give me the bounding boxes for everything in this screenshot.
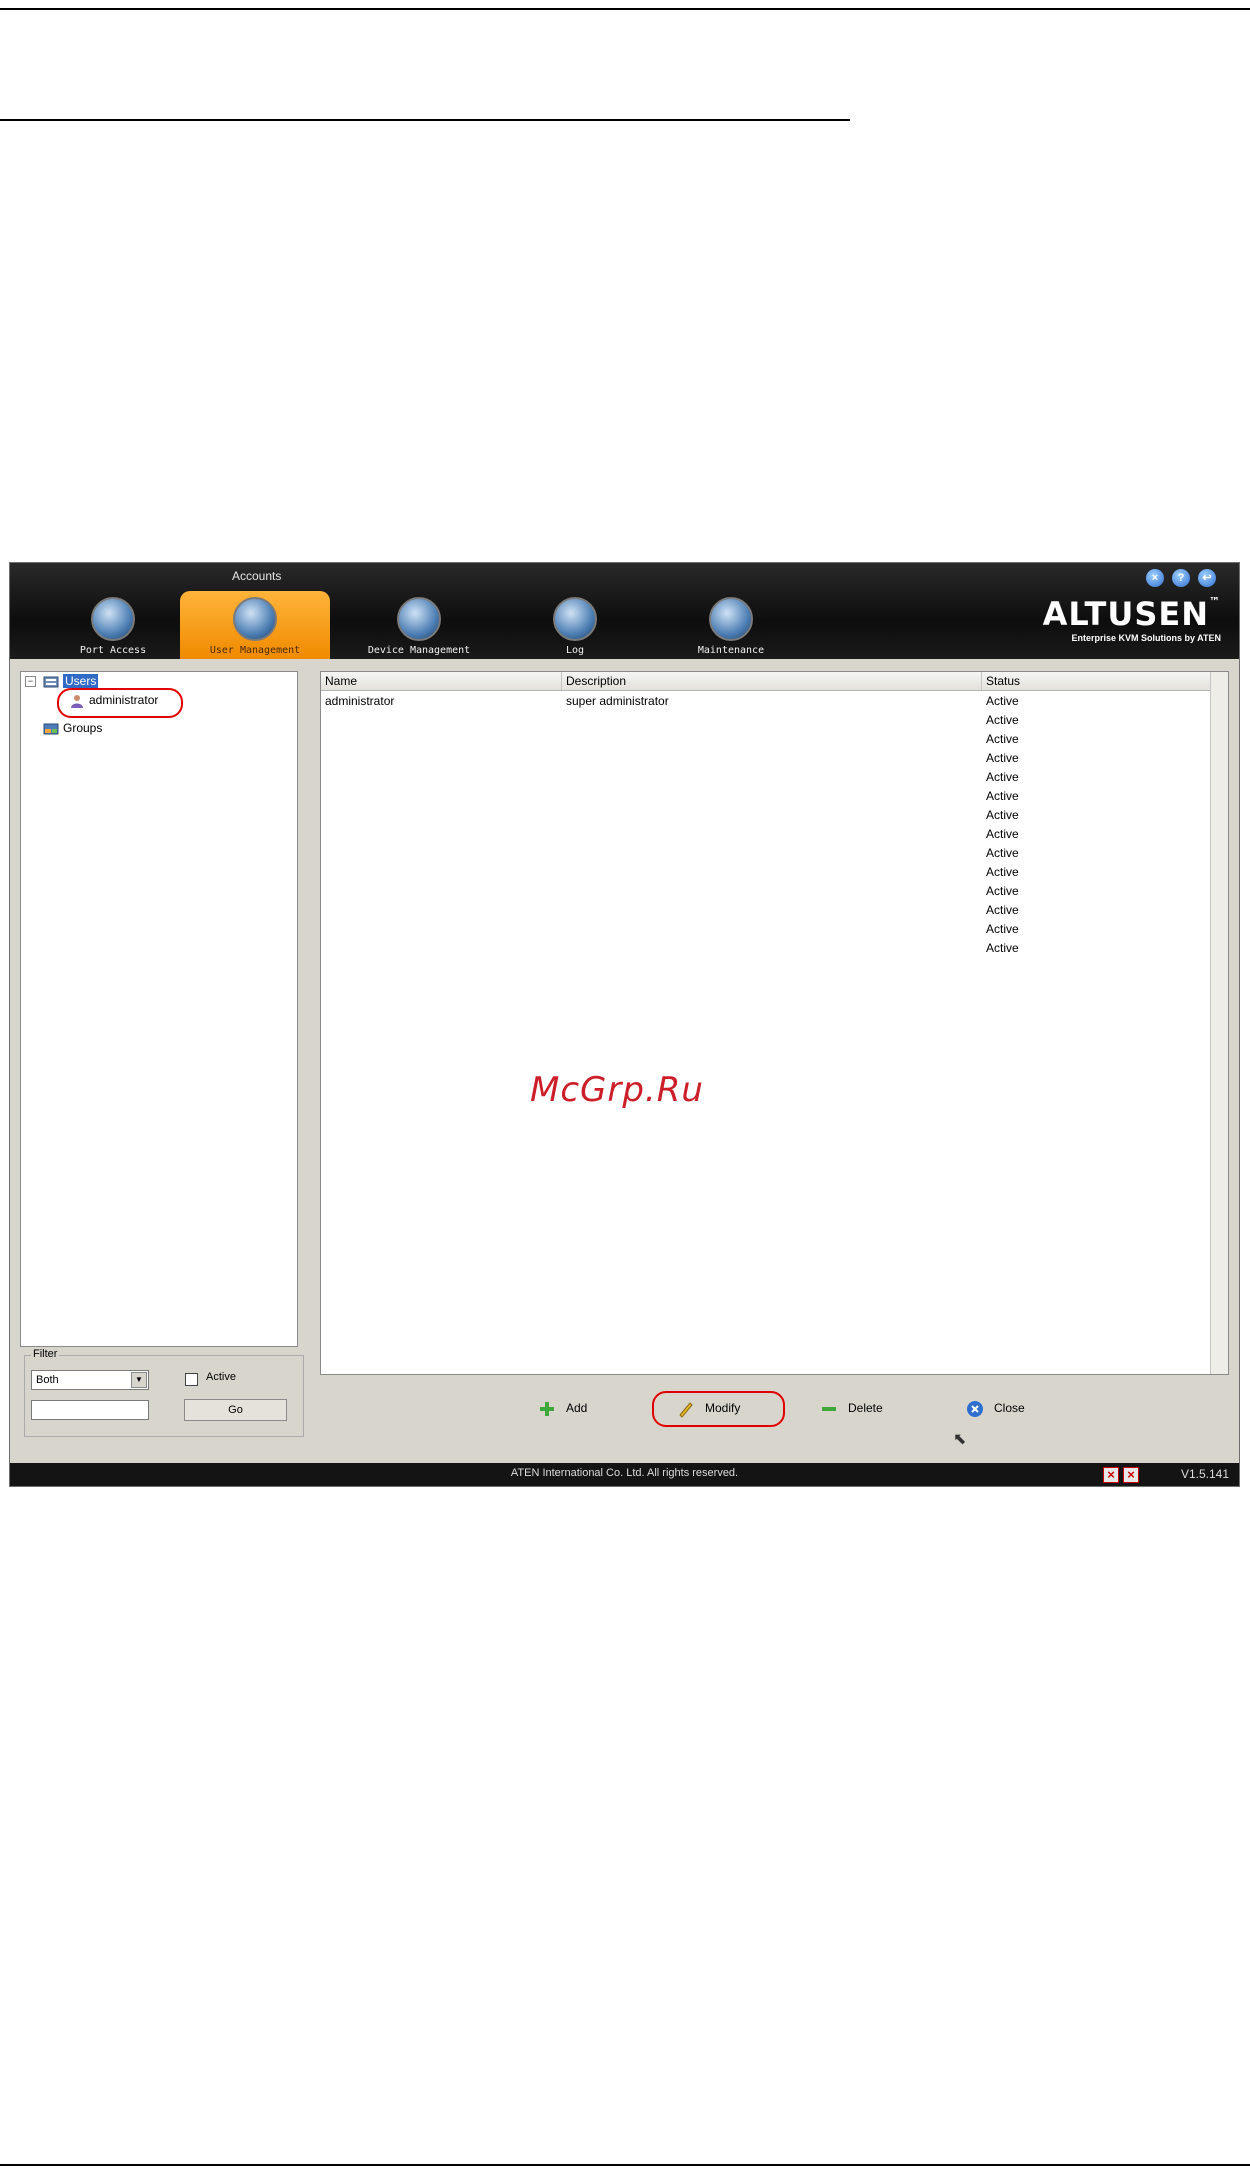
table-row[interactable]: Active: [321, 711, 1211, 730]
tree-label-groups: Groups: [63, 721, 103, 735]
users-folder-icon: [43, 676, 59, 688]
cell-status: Active: [986, 751, 1019, 765]
go-button[interactable]: Go: [184, 1399, 287, 1421]
table-row[interactable]: Active: [321, 749, 1211, 768]
device-management-icon: [397, 597, 441, 641]
port-access-icon: [91, 597, 135, 641]
collapse-icon[interactable]: −: [25, 676, 36, 687]
cell-status: Active: [986, 846, 1019, 860]
cell-status: Active: [986, 941, 1019, 955]
logout-icon[interactable]: ↩: [1198, 569, 1216, 587]
cell-status: Active: [986, 713, 1019, 727]
help-icon[interactable]: ?: [1172, 569, 1190, 587]
list-header: Name Description Status: [321, 672, 1211, 691]
cell-status: Active: [986, 884, 1019, 898]
log-icon: [553, 597, 597, 641]
table-row[interactable]: Active: [321, 920, 1211, 939]
tab-label: User Management: [209, 645, 301, 656]
minus-icon: [822, 1406, 836, 1411]
filter-select[interactable]: Both ▼: [31, 1370, 149, 1390]
tree-node-groups[interactable]: Groups: [43, 719, 102, 737]
tab-log[interactable]: Log: [500, 591, 650, 659]
table-row[interactable]: Active: [321, 787, 1211, 806]
mouse-cursor-icon: ⬉: [953, 1431, 967, 1448]
tab-port-access[interactable]: Port Access: [38, 591, 188, 659]
cell-status: Active: [986, 808, 1019, 822]
table-row[interactable]: Active: [321, 901, 1211, 920]
add-label: Add: [566, 1401, 588, 1415]
bottom-rule: [0, 2164, 1250, 2166]
tab-device-management[interactable]: Device Management: [344, 591, 494, 659]
brand-logo: ALTUSEN™: [1043, 595, 1221, 633]
section-rule: [0, 119, 850, 121]
cell-name: administrator: [325, 694, 395, 708]
network-status-icon: ×: [1103, 1467, 1119, 1483]
version-text: V1.5.141: [1180, 1467, 1229, 1481]
tab-label: Maintenance: [697, 645, 765, 656]
connection-status-icon: ×: [1123, 1467, 1139, 1483]
table-row[interactable]: Active: [321, 806, 1211, 825]
cell-status: Active: [986, 903, 1019, 917]
table-row[interactable]: Active: [321, 844, 1211, 863]
table-row[interactable]: Active: [321, 825, 1211, 844]
user-management-icon: [233, 597, 277, 641]
top-rule: [0, 8, 1250, 10]
vertical-scrollbar[interactable]: [1210, 672, 1228, 1374]
close-circle-icon: [967, 1400, 983, 1417]
close-button[interactable]: Close: [966, 1397, 1025, 1419]
plus-icon: [540, 1401, 554, 1416]
cell-status: Active: [986, 770, 1019, 784]
tab-label: Port Access: [79, 645, 147, 656]
brand: ALTUSEN™ Enterprise KVM Solutions by ATE…: [1043, 595, 1221, 643]
table-row[interactable]: Active: [321, 882, 1211, 901]
accounts-window: Accounts Port Access User Management Dev…: [9, 562, 1240, 1487]
cell-description: super administrator: [566, 694, 669, 708]
delete-button[interactable]: Delete: [820, 1397, 883, 1419]
filter-text-input[interactable]: [31, 1400, 149, 1420]
highlight-oval: [652, 1391, 785, 1427]
watermark: McGrp.Ru: [530, 1070, 704, 1110]
user-tree: − Users administrator Groups: [20, 671, 298, 1347]
tab-maintenance[interactable]: Maintenance: [656, 591, 806, 659]
close-icon[interactable]: ×: [1146, 569, 1164, 587]
cell-status: Active: [986, 865, 1019, 879]
table-row[interactable]: Active: [321, 939, 1211, 958]
cell-status: Active: [986, 922, 1019, 936]
filter-legend: Filter: [31, 1348, 60, 1360]
status-bar: ATEN International Co. Ltd. All rights r…: [10, 1463, 1239, 1486]
brand-tagline: Enterprise KVM Solutions by ATEN: [1071, 633, 1221, 643]
highlight-oval: [57, 688, 183, 718]
column-header-name[interactable]: Name: [321, 672, 562, 690]
tab-label: Device Management: [367, 645, 471, 656]
table-row[interactable]: Active: [321, 730, 1211, 749]
cell-status: Active: [986, 789, 1019, 803]
table-row[interactable]: administrator super administrator Active: [321, 692, 1211, 711]
close-label: Close: [994, 1401, 1025, 1415]
groups-icon: [43, 723, 59, 735]
user-list: Name Description Status administrator sup…: [320, 671, 1229, 1375]
add-button[interactable]: Add: [538, 1397, 587, 1419]
filter-group: Filter Both ▼ Active Go: [24, 1348, 304, 1437]
copyright-text: ATEN International Co. Ltd. All rights r…: [510, 1467, 739, 1479]
tab-label: Log: [565, 645, 585, 656]
maintenance-icon: [709, 597, 753, 641]
table-row[interactable]: Active: [321, 768, 1211, 787]
active-checkbox[interactable]: [185, 1373, 198, 1386]
chevron-down-icon[interactable]: ▼: [131, 1372, 147, 1388]
tree-label-users: Users: [63, 674, 99, 688]
app-header: Accounts Port Access User Management Dev…: [10, 563, 1239, 659]
tab-user-management[interactable]: User Management: [180, 591, 330, 659]
cell-status: Active: [986, 694, 1019, 708]
column-header-description[interactable]: Description: [562, 672, 982, 690]
filter-select-value: Both: [36, 1374, 59, 1386]
cell-status: Active: [986, 827, 1019, 841]
delete-label: Delete: [848, 1401, 883, 1415]
active-label: Active: [206, 1371, 236, 1383]
table-row[interactable]: Active: [321, 863, 1211, 882]
column-header-status[interactable]: Status: [982, 672, 1211, 690]
trademark: ™: [1209, 595, 1221, 608]
window-title: Accounts: [232, 569, 282, 583]
cell-status: Active: [986, 732, 1019, 746]
brand-name: ALTUSEN: [1042, 595, 1209, 633]
